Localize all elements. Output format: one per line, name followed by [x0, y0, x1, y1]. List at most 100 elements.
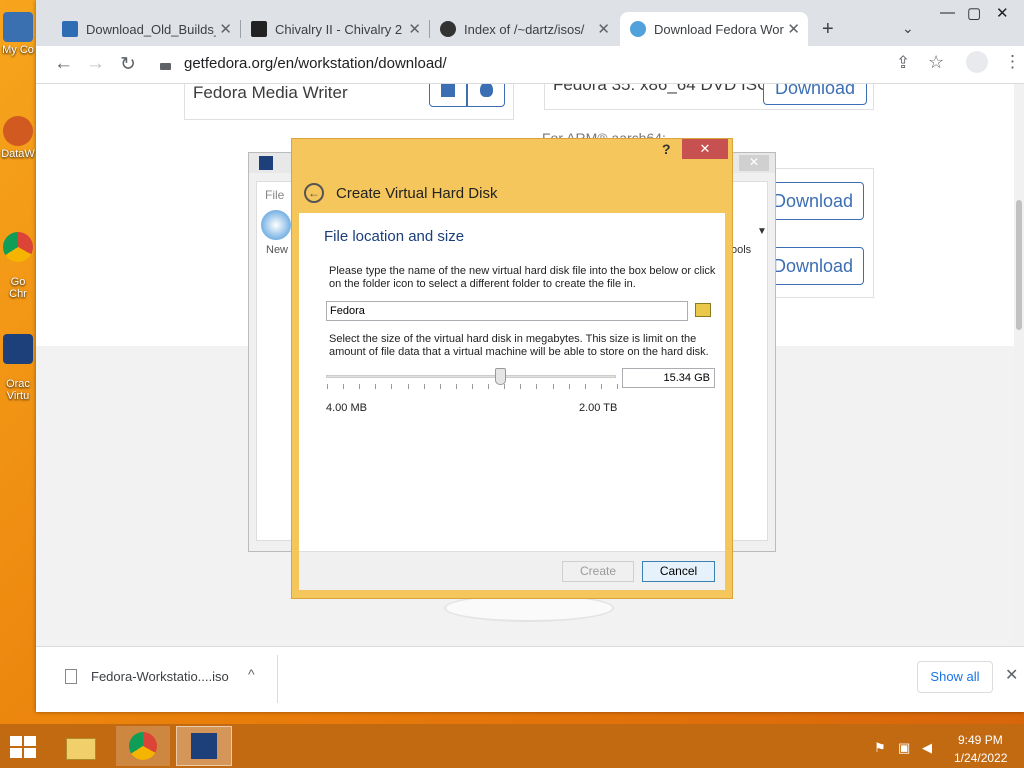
slider-tick	[327, 384, 328, 389]
downloads-bar: Fedora-Workstatio....iso ^ Show all ✕	[36, 646, 1024, 712]
bookmark-star-icon[interactable]: ☆	[928, 52, 944, 73]
download-button-3[interactable]: Download	[762, 247, 864, 285]
dropdown-arrow-icon[interactable]: ▼	[757, 226, 767, 237]
slider-min-label: 4.00 MB	[326, 402, 367, 414]
volume-muted-icon[interactable]: ◀	[922, 740, 932, 756]
vbox-file-menu[interactable]: File	[265, 188, 284, 202]
chrome-icon	[3, 232, 33, 262]
tab-label: Index of /~dartz/isos/	[464, 21, 585, 37]
datawrapper-icon	[3, 116, 33, 146]
file-icon	[65, 669, 77, 684]
close-tab-icon[interactable]: ✕	[597, 20, 610, 38]
desktop-icon-chrome[interactable]: Go Chr	[0, 220, 36, 300]
tab-index-isos[interactable]: Index of /~dartz/isos/ ✕	[430, 12, 618, 46]
close-tab-icon[interactable]: ✕	[219, 20, 232, 38]
dialog-title: Create Virtual Hard Disk	[336, 185, 498, 202]
close-window-icon[interactable]: ✕	[996, 4, 1009, 22]
desktop-icon-label: Orac Virtu	[6, 378, 30, 402]
slider-tick	[375, 384, 377, 389]
slider-tick	[359, 384, 361, 389]
virtualbox-icon	[191, 733, 217, 759]
tab-download-fedora[interactable]: Download Fedora Work ✕	[620, 12, 808, 46]
close-tab-icon[interactable]: ✕	[787, 20, 800, 38]
slider-tick	[504, 384, 506, 389]
tab-chivalry[interactable]: Chivalry II - Chivalry 2 ✕	[241, 12, 429, 46]
virtualbox-taskbar-button[interactable]	[176, 726, 232, 766]
chevron-up-icon[interactable]: ^	[248, 666, 255, 682]
network-icon[interactable]: ▣	[898, 740, 910, 756]
forward-icon[interactable]: →	[86, 53, 105, 75]
desktop-icon-virtualbox[interactable]: Orac Virtu	[0, 322, 36, 402]
folder-icon[interactable]	[695, 303, 711, 317]
desktop-icon-label: Go Chr	[9, 276, 27, 300]
desktop-icon-datawrapper[interactable]: DataW	[0, 116, 36, 160]
tab-download-old-builds[interactable]: Download_Old_Builds_S ✕	[52, 12, 240, 46]
maximize-icon[interactable]: ▢	[967, 4, 981, 22]
download-button-2[interactable]: Download	[762, 182, 864, 220]
vbox-close-icon[interactable]: ✕	[739, 155, 769, 171]
section-heading: File location and size	[324, 228, 465, 245]
new-tab-button[interactable]: +	[822, 18, 834, 41]
media-writer-title: Fedora Media Writer	[193, 84, 348, 102]
location-description: Please type the name of the new virtual …	[329, 265, 716, 290]
shield-icon	[251, 21, 267, 37]
slider-tick	[568, 384, 570, 389]
create-button[interactable]: Create	[562, 561, 634, 582]
slider-tick	[584, 384, 586, 389]
apple-icon	[479, 84, 493, 97]
tab-search-icon[interactable]: ⌄	[902, 20, 914, 37]
chrome-taskbar-button[interactable]	[116, 726, 170, 766]
slider-tick	[552, 384, 554, 389]
desktop-icon-my-computer[interactable]: My Co	[0, 12, 36, 56]
cancel-button[interactable]: Cancel	[642, 561, 715, 582]
file-explorer-icon[interactable]	[62, 730, 100, 764]
back-icon[interactable]: ←	[54, 53, 73, 75]
menu-kebab-icon[interactable]: ⋮	[1004, 52, 1021, 72]
action-center-icon[interactable]: ⚑	[874, 740, 886, 756]
new-vm-icon[interactable]	[261, 210, 291, 240]
slider-tick	[488, 384, 490, 389]
windows-start-icon[interactable]	[10, 736, 36, 758]
download-filename[interactable]: Fedora-Workstatio....iso	[91, 669, 229, 684]
slider-tick	[455, 384, 457, 389]
slider-tick	[423, 384, 425, 389]
page-scrollbar[interactable]	[1014, 84, 1024, 646]
clock-date[interactable]: 1/24/2022	[954, 751, 1007, 765]
minimize-icon[interactable]: —	[940, 4, 955, 21]
back-arrow-icon[interactable]: ←	[304, 183, 324, 203]
tab-label: Chivalry II - Chivalry 2	[275, 21, 403, 37]
dialog-close-button[interactable]: ✕	[682, 139, 728, 159]
mac-download-button[interactable]	[467, 84, 505, 107]
iso-download-button[interactable]: Download	[763, 84, 867, 105]
size-slider-track[interactable]	[326, 368, 618, 389]
slider-tick	[407, 384, 409, 389]
close-tab-icon[interactable]: ✕	[408, 20, 421, 38]
show-all-button[interactable]: Show all	[917, 661, 993, 693]
vbox-tools-label: ools	[731, 244, 752, 256]
slider-tick	[536, 384, 538, 389]
close-downloads-icon[interactable]: ✕	[1005, 665, 1018, 685]
windows-icon	[441, 84, 455, 97]
help-button[interactable]: ?	[662, 141, 671, 157]
virtualbox-icon	[259, 156, 273, 170]
windows-download-button[interactable]	[429, 84, 467, 107]
profile-avatar-icon[interactable]	[966, 51, 988, 73]
browser-toolbar: ← → ↻ getfedora.org/en/workstation/downl…	[36, 46, 1024, 84]
computer-icon	[3, 12, 33, 42]
chrome-icon	[129, 732, 157, 760]
slider-tick	[520, 384, 522, 389]
slider-max-label: 2.00 TB	[579, 402, 618, 414]
taskbar: ⚑ ▣ ◀ 9:49 PM 1/24/2022	[0, 724, 1024, 768]
reload-icon[interactable]: ↻	[120, 53, 136, 76]
size-description: Select the size of the virtual hard disk…	[329, 333, 709, 358]
clock-time[interactable]: 9:49 PM	[958, 733, 1003, 747]
size-slider-thumb[interactable]	[495, 368, 506, 385]
desktop-icon-label: My Co	[2, 44, 34, 56]
address-bar[interactable]: getfedora.org/en/workstation/download/ ⇪…	[148, 50, 1021, 80]
size-input[interactable]: 15.34 GB	[622, 368, 715, 388]
scrollbar-thumb[interactable]	[1016, 200, 1022, 330]
share-icon[interactable]: ⇪	[896, 53, 910, 73]
filename-input[interactable]	[326, 301, 688, 321]
url-text: getfedora.org/en/workstation/download/	[184, 55, 447, 72]
slider-tick	[391, 384, 393, 389]
